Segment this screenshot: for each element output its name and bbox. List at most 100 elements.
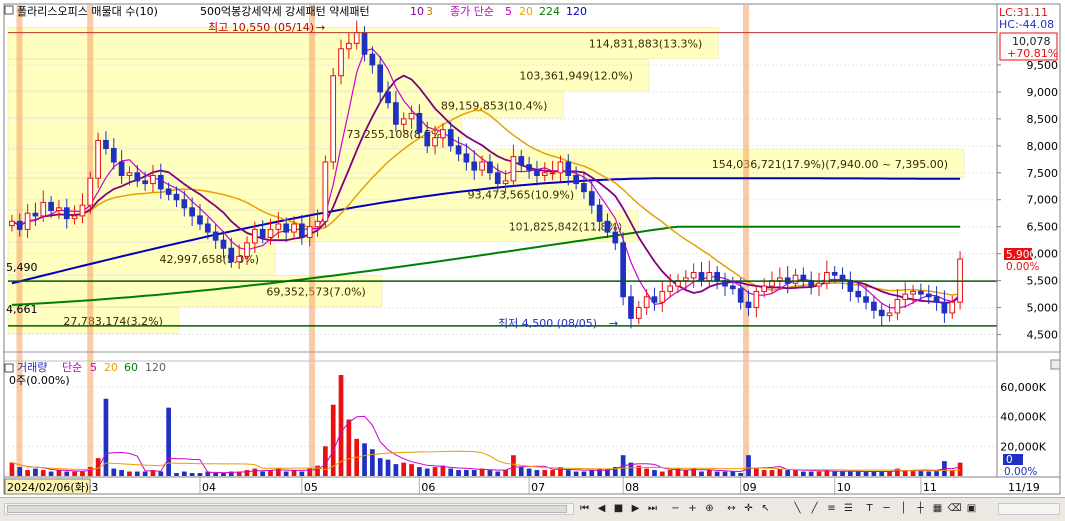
volume-bar[interactable]: [448, 468, 454, 476]
volume-bar[interactable]: [793, 470, 798, 476]
stop-icon[interactable]: ■: [611, 501, 626, 516]
volume-bar[interactable]: [957, 462, 963, 476]
volume-bar[interactable]: [565, 470, 571, 476]
pointer-icon[interactable]: ↖: [758, 501, 773, 516]
volume-bar[interactable]: [80, 471, 85, 476]
volume-bar[interactable]: [816, 471, 822, 476]
volume-bar[interactable]: [158, 471, 164, 476]
volume-bar[interactable]: [879, 471, 885, 476]
volume-bar[interactable]: [526, 468, 532, 476]
volume-bar[interactable]: [503, 470, 508, 476]
volume-bar[interactable]: [722, 471, 728, 476]
volume-bar[interactable]: [213, 473, 219, 476]
candle[interactable]: [330, 67, 337, 170]
volume-bar[interactable]: [346, 419, 352, 476]
volume-bar[interactable]: [518, 467, 524, 476]
volume-bar[interactable]: [393, 464, 399, 476]
volume-bar[interactable]: [64, 471, 70, 476]
zoom-in-icon[interactable]: +: [685, 501, 700, 516]
volume-bar[interactable]: [573, 471, 579, 476]
volume-bar[interactable]: [808, 471, 814, 476]
volume-bar[interactable]: [801, 471, 806, 476]
volume-bar[interactable]: [244, 470, 250, 476]
volume-bar[interactable]: [72, 471, 77, 476]
volume-bar[interactable]: [863, 471, 869, 476]
volume-bar[interactable]: [738, 473, 744, 476]
volume-bar[interactable]: [589, 470, 595, 476]
draw-channel-icon[interactable]: ≡: [824, 501, 839, 516]
volume-bar[interactable]: [119, 470, 124, 476]
volume-bar[interactable]: [581, 471, 587, 476]
volume-bar[interactable]: [464, 470, 469, 476]
volume-bar[interactable]: [111, 468, 117, 476]
draw-line-icon[interactable]: ╲: [790, 501, 805, 516]
volume-bar[interactable]: [362, 443, 367, 476]
volume-bar[interactable]: [542, 470, 548, 476]
price-chart-svg[interactable]: 27,783,174(3.2%)69,352,573(7.0%)42,997,6…: [0, 0, 1065, 497]
volume-bar[interactable]: [25, 470, 30, 476]
volume-bar[interactable]: [949, 470, 955, 476]
volume-bar[interactable]: [644, 468, 649, 476]
volume-bar[interactable]: [456, 470, 461, 476]
volume-bar[interactable]: [385, 459, 391, 476]
volume-bar[interactable]: [714, 471, 720, 476]
volume-bar[interactable]: [746, 455, 751, 476]
volume-bar[interactable]: [761, 470, 767, 476]
volume-bar[interactable]: [166, 407, 171, 476]
volume-bar[interactable]: [699, 471, 704, 476]
draw-trend-icon[interactable]: ╱: [807, 501, 822, 516]
volume-bar[interactable]: [855, 471, 861, 476]
zoom-reset-icon[interactable]: ⊕: [702, 501, 717, 516]
volume-bar[interactable]: [291, 470, 297, 476]
volume-bar[interactable]: [260, 471, 266, 476]
grid-tool-icon[interactable]: ▦: [930, 501, 945, 516]
volume-bar[interactable]: [87, 467, 93, 476]
volume-bar[interactable]: [753, 468, 759, 476]
volume-bar[interactable]: [926, 471, 932, 476]
volume-bar[interactable]: [550, 470, 555, 476]
volume-bar[interactable]: [667, 470, 673, 476]
volume-bar[interactable]: [417, 467, 422, 476]
vline-tool-icon[interactable]: │: [896, 501, 911, 516]
text-tool-icon[interactable]: T: [862, 501, 877, 516]
volume-bar[interactable]: [56, 470, 62, 476]
volume-bar[interactable]: [424, 468, 430, 476]
volume-bar[interactable]: [777, 468, 783, 476]
volume-bar[interactable]: [769, 470, 775, 476]
cross-tool-icon[interactable]: ┼: [913, 501, 928, 516]
volume-bar[interactable]: [730, 471, 736, 476]
volume-bar[interactable]: [283, 471, 289, 476]
volume-bar[interactable]: [181, 471, 187, 476]
volume-bar[interactable]: [127, 471, 132, 476]
zoom-out-icon[interactable]: −: [668, 501, 683, 516]
volume-bar[interactable]: [174, 473, 179, 476]
volume-bar[interactable]: [785, 470, 791, 476]
scroll-right-icon[interactable]: ▶: [628, 501, 643, 516]
volume-bar[interactable]: [377, 458, 383, 476]
volume-bar[interactable]: [848, 471, 853, 476]
volume-bar[interactable]: [370, 449, 375, 476]
volume-bar[interactable]: [134, 471, 140, 476]
scroll-right-end-icon[interactable]: ⏭: [645, 501, 660, 516]
volume-bar[interactable]: [706, 470, 712, 476]
eraser-icon[interactable]: ⌫: [947, 501, 962, 516]
volume-bar[interactable]: [401, 462, 407, 476]
hline-tool-icon[interactable]: ─: [879, 501, 894, 516]
volume-bar[interactable]: [597, 468, 602, 476]
volume-bar[interactable]: [887, 471, 892, 476]
volume-bar[interactable]: [495, 471, 501, 476]
save-icon[interactable]: ▣: [964, 501, 979, 516]
scrollbar-thumb[interactable]: [7, 505, 567, 513]
volume-bar[interactable]: [142, 471, 148, 476]
volume-bar[interactable]: [40, 470, 46, 476]
volume-bar[interactable]: [432, 467, 438, 476]
volume-bar[interactable]: [487, 470, 493, 476]
volume-bar[interactable]: [652, 470, 657, 476]
volume-bar[interactable]: [471, 470, 477, 476]
volume-bar[interactable]: [659, 471, 665, 476]
volume-bar[interactable]: [17, 467, 23, 476]
volume-panel-scroll-nub[interactable]: [1050, 359, 1061, 370]
volume-bar[interactable]: [315, 465, 320, 476]
volume-bar[interactable]: [534, 470, 540, 476]
horizontal-scrollbar[interactable]: [4, 503, 574, 515]
